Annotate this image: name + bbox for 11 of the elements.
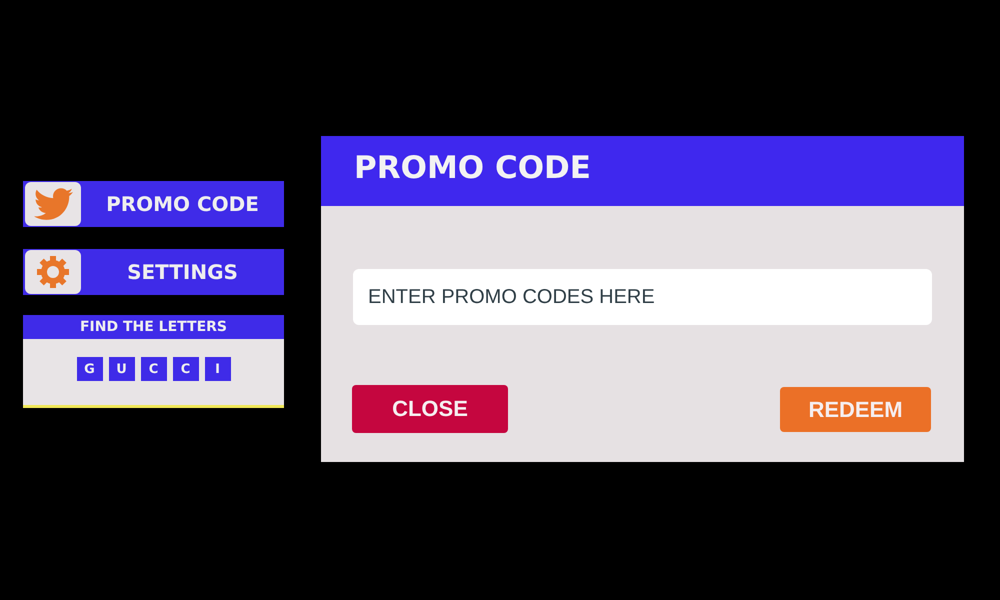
- promo-code-field[interactable]: ENTER PROMO CODES HERE: [353, 269, 932, 325]
- letter-tile: G: [76, 357, 102, 381]
- letter-tile: U: [108, 357, 134, 381]
- letter-tile: I: [204, 357, 230, 381]
- menu-button[interactable]: PROMO CODE: [23, 181, 284, 227]
- menu-button[interactable]: SETTINGS: [23, 249, 284, 295]
- letter-tile: C: [172, 357, 198, 381]
- letters-panel-title: FIND THE LETTERS: [23, 315, 284, 339]
- letter-tile: C: [140, 357, 166, 381]
- dialog-title: PROMO CODE: [321, 136, 964, 206]
- close-button[interactable]: CLOSE: [352, 385, 508, 433]
